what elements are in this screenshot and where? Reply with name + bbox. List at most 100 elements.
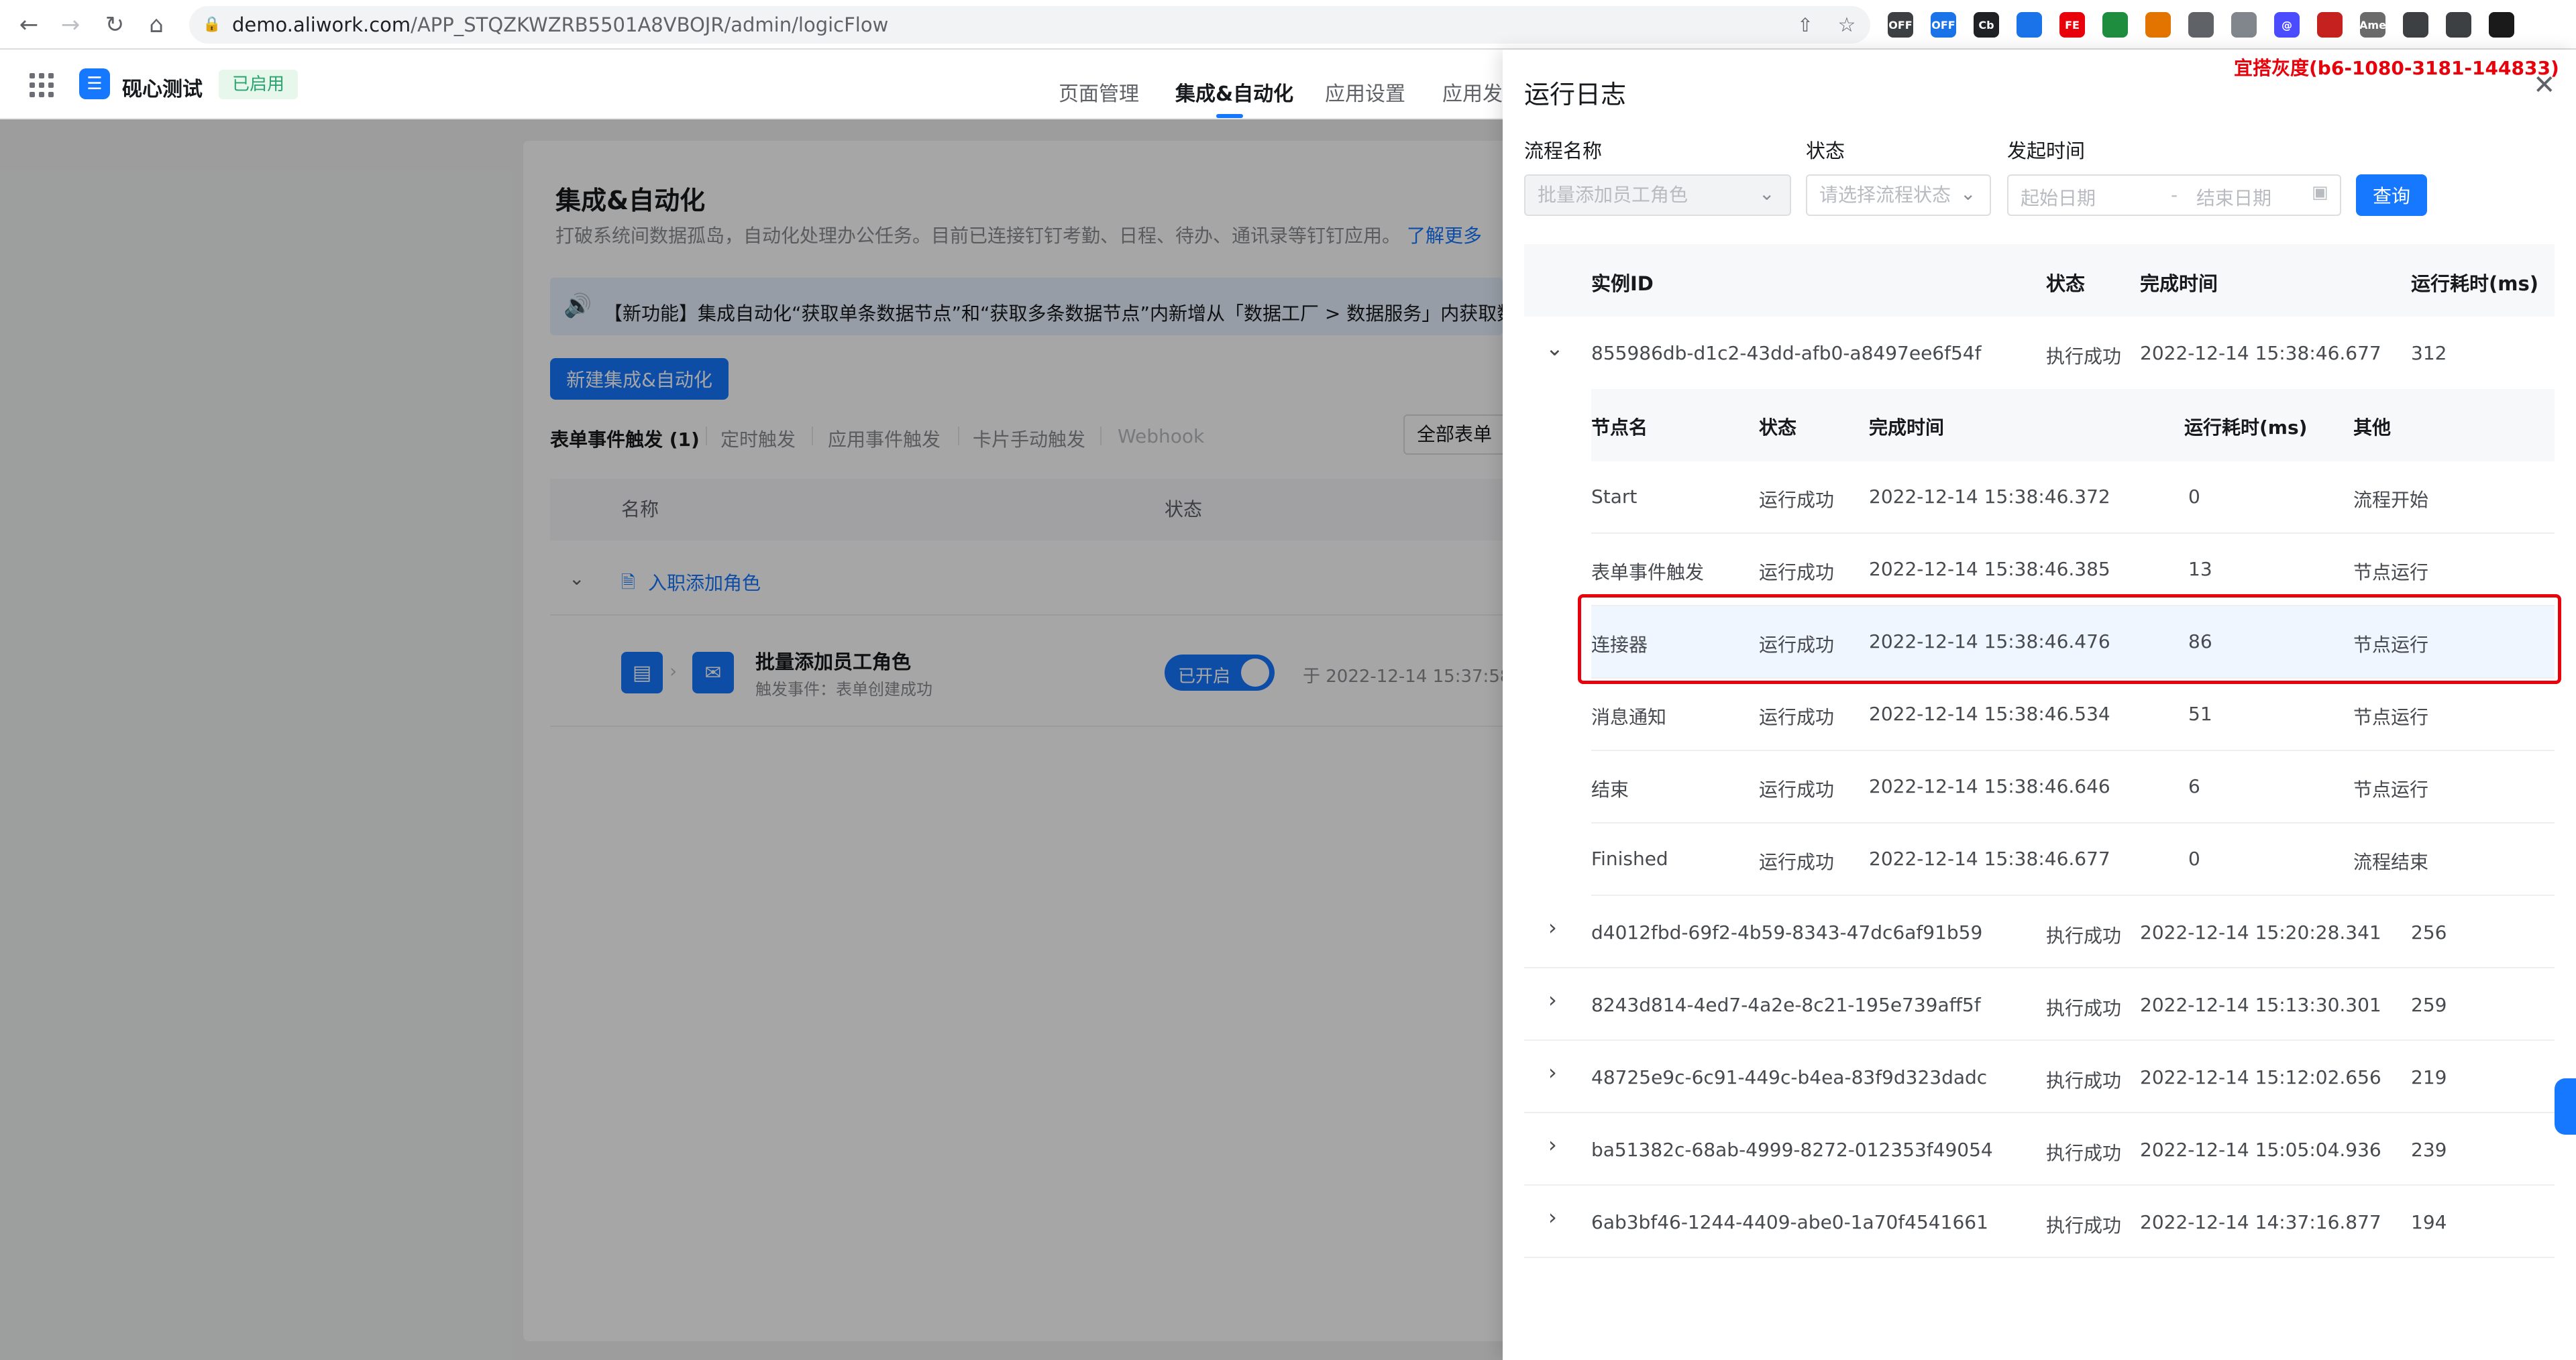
node-duration: 0 (2188, 848, 2200, 870)
qr-icon[interactable] (2188, 12, 2214, 38)
end-date-input[interactable]: 结束日期 (2196, 184, 2271, 211)
node-name: Finished (1591, 848, 1668, 870)
sidebar-icon[interactable] (2446, 12, 2471, 38)
drawer-title: 运行日志 (1524, 80, 1627, 109)
node-name: Start (1591, 486, 1638, 508)
chevron-down-icon[interactable]: ⌄ (1546, 335, 1564, 361)
chevron-right-icon[interactable]: › (1548, 1060, 1557, 1085)
help-float-button[interactable] (2555, 1078, 2576, 1135)
tab-page-management[interactable]: 页面管理 (1059, 77, 1139, 107)
instance-id: 48725e9c-6c91-449c-b4ea-83f9d323dadc (1591, 1066, 1988, 1088)
gear-green-icon[interactable] (2102, 12, 2128, 38)
instance-duration: 219 (2411, 1066, 2447, 1088)
node-status: 运行成功 (1759, 779, 1835, 801)
instance-time: 2022-12-14 15:20:28.341 (2140, 921, 2381, 944)
instance-status: 执行成功 (2046, 1142, 2122, 1164)
instance-status: 执行成功 (2046, 1214, 2122, 1237)
column-status: 状态 (2046, 272, 2086, 295)
flow-name-label: 流程名称 (1524, 139, 1603, 162)
tab-app-settings[interactable]: 应用设置 (1325, 77, 1405, 107)
puzzle-icon[interactable] (2403, 12, 2428, 38)
node-other: 流程开始 (2353, 489, 2429, 511)
node-table-header (1591, 389, 2555, 461)
instance-status: 执行成功 (2046, 925, 2122, 947)
highlight-box (1578, 594, 2561, 684)
window-icon[interactable] (2231, 12, 2257, 38)
flow-name-select[interactable]: 批量添加员工角色 (1524, 174, 1791, 216)
chrome-icon[interactable] (2145, 12, 2171, 38)
instance-status: 执行成功 (2046, 1070, 2122, 1092)
node-time: 2022-12-14 15:38:46.372 (1869, 486, 2110, 508)
node-other: 节点运行 (2353, 706, 2429, 728)
chevron-right-icon[interactable]: › (1548, 915, 1557, 940)
layers-icon[interactable] (2017, 12, 2042, 38)
close-icon[interactable]: ✕ (2533, 70, 2556, 101)
node-time: 2022-12-14 15:38:46.677 (1869, 848, 2110, 870)
calendar-icon[interactable]: ▣ (2312, 182, 2328, 203)
chevron-right-icon[interactable]: › (1548, 1132, 1557, 1157)
chevron-right-icon[interactable]: › (1548, 1204, 1557, 1230)
query-button[interactable]: 查询 (2356, 174, 2427, 216)
column-node-other: 其他 (2353, 416, 2392, 439)
node-duration: 13 (2188, 558, 2212, 580)
chevron-right-icon[interactable]: › (1548, 987, 1557, 1013)
instance-duration: 259 (2411, 994, 2447, 1016)
instance-duration: 256 (2411, 921, 2447, 944)
column-instance-id: 实例ID (1591, 272, 1654, 295)
log-table-header (1524, 244, 2555, 317)
node-name: 结束 (1591, 779, 1629, 801)
instance-duration: 312 (2411, 342, 2447, 364)
node-duration: 51 (2188, 703, 2212, 725)
node-status: 运行成功 (1759, 489, 1835, 511)
node-status: 运行成功 (1759, 561, 1835, 583)
instance-id: d4012fbd-69f2-4b59-8343-47dc6af91b59 (1591, 921, 1983, 944)
node-time: 2022-12-14 15:38:46.385 (1869, 558, 2110, 580)
chevron-down-icon: ⌄ (1759, 182, 1775, 205)
profile-icon[interactable] (2489, 12, 2514, 38)
app-logo-icon: ☰ (79, 68, 110, 99)
node-other: 节点运行 (2353, 561, 2429, 583)
column-node-name: 节点名 (1591, 416, 1648, 439)
node-other: 流程结束 (2353, 851, 2429, 873)
pen-icon[interactable] (2317, 12, 2343, 38)
node-time: 2022-12-14 15:38:46.646 (1869, 775, 2110, 797)
cb-icon[interactable]: Cb (1974, 12, 1999, 38)
start-time-label: 发起时间 (2007, 139, 2086, 162)
cloud-off-icon[interactable]: OFF (1931, 12, 1956, 38)
node-status: 运行成功 (1759, 706, 1835, 728)
column-duration: 运行耗时(ms) (2411, 272, 2538, 295)
lock-icon: 🔒 (203, 16, 221, 33)
fe-icon[interactable]: FE (2059, 12, 2085, 38)
url-text[interactable]: demo.aliwork.com/APP_STQZKWZRB5501A8VBOJ… (232, 13, 888, 36)
instance-time: 2022-12-14 15:38:46.677 (2140, 342, 2381, 364)
node-name: 表单事件触发 (1591, 561, 1705, 583)
at-icon[interactable]: @ (2274, 12, 2300, 38)
reload-icon[interactable]: ↻ (99, 9, 130, 40)
status-label: 状态 (1806, 139, 1845, 162)
home-icon[interactable]: ⌂ (141, 9, 172, 40)
chevron-down-icon: ⌄ (1960, 182, 1976, 205)
instance-id: 6ab3bf46-1244-4409-abe0-1a70f4541661 (1591, 1211, 1988, 1233)
instance-id: 8243d814-4ed7-4a2e-8c21-195e739aff5f (1591, 994, 1981, 1016)
instance-time: 2022-12-14 15:12:02.656 (2140, 1066, 2381, 1088)
column-finish-time: 完成时间 (2140, 272, 2218, 295)
node-status: 运行成功 (1759, 851, 1835, 873)
share-icon[interactable]: ⇧ (1790, 9, 1821, 40)
start-date-input[interactable]: 起始日期 (2021, 184, 2096, 211)
active-tab-indicator (1216, 114, 1243, 118)
environment-tag: 宜搭灰度(b6-1080-3181-144833) (2234, 57, 2559, 79)
instance-id: ba51382c-68ab-4999-8272-012353f49054 (1591, 1139, 1993, 1161)
instance-status: 执行成功 (2046, 997, 2122, 1019)
column-node-duration: 运行耗时(ms) (2184, 416, 2308, 439)
ame-icon[interactable]: Ame (2359, 12, 2386, 38)
instance-status: 执行成功 (2046, 345, 2122, 367)
node-name: 消息通知 (1591, 706, 1667, 728)
bookmark-star-icon[interactable]: ☆ (1831, 9, 1862, 40)
node-other: 节点运行 (2353, 779, 2429, 801)
tab-integration-automation[interactable]: 集成&自动化 (1175, 77, 1293, 107)
app-grid-icon[interactable] (30, 73, 54, 97)
forward-icon[interactable]: → (55, 9, 86, 40)
instance-time: 2022-12-14 15:13:30.301 (2140, 994, 2381, 1016)
shield-off-icon[interactable]: OFF (1888, 12, 1913, 38)
back-icon[interactable]: ← (13, 9, 44, 40)
